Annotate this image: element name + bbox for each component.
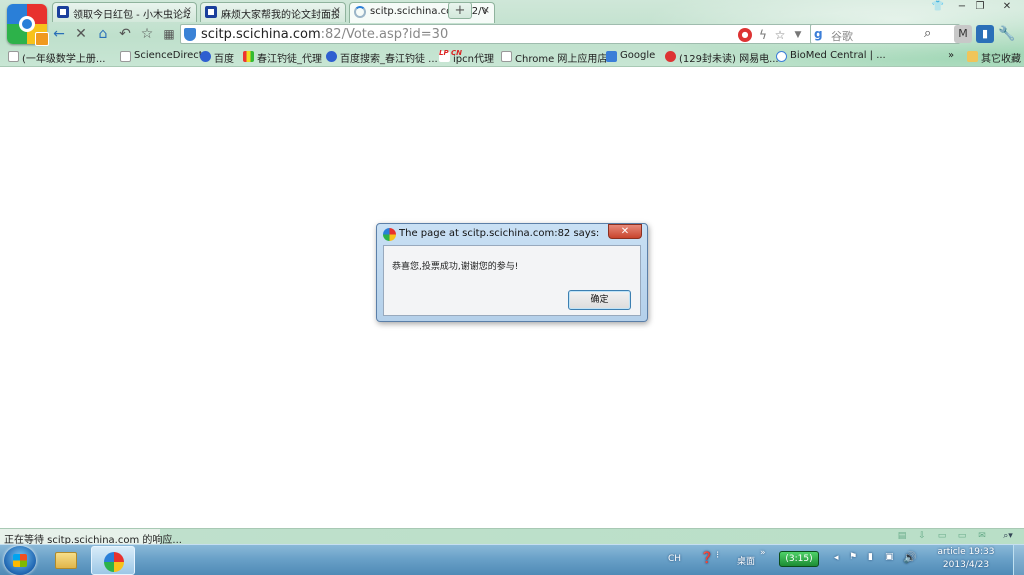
tab-paper-cover-vote[interactable]: 麻烦大家帮我的论文封面投一 ×: [200, 2, 346, 22]
google-icon: g: [814, 27, 823, 41]
browser-chrome: 领取今日红包 - 小木虫论坛 - × 麻烦大家帮我的论文封面投一 × scitp…: [0, 0, 1024, 67]
tab-xiaomuchong[interactable]: 领取今日红包 - 小木虫论坛 - ×: [52, 2, 197, 22]
status-tool-icon[interactable]: ▭: [936, 531, 948, 542]
dialog-message: 恭喜您,投票成功,谢谢您的参与!: [392, 262, 519, 272]
bookmark-item[interactable]: Chrome 网上应用店: [501, 50, 607, 65]
dialog-title: The page at scitp.scichina.com:82 says:: [399, 228, 600, 239]
windows-taskbar: CH ❓ ⁝ 桌面 » ◂ ⚑ ▮ ▣ 🔊: [0, 544, 1024, 575]
bookmark-star-icon[interactable]: ☆: [773, 28, 787, 42]
search-input[interactable]: g 谷歌: [810, 24, 960, 44]
tab-label: 领取今日红包 - 小木虫论坛 -: [73, 10, 190, 21]
forum-favicon-icon: [205, 6, 217, 18]
stop-button[interactable]: ✕: [72, 25, 90, 43]
bookmark-item[interactable]: 百度: [200, 50, 234, 65]
folder-icon: [55, 552, 77, 569]
windows-logo-icon: [13, 554, 27, 567]
clock-date: 2013/4/23: [942, 560, 990, 570]
status-tool-icon[interactable]: ⇩: [916, 531, 928, 542]
bookmark-item[interactable]: LP CN ipcn代理: [439, 50, 494, 65]
usb-device-icon[interactable]: ▮: [868, 552, 873, 562]
tab-close-icon[interactable]: ×: [333, 5, 341, 16]
adblock-icon[interactable]: ●: [738, 28, 752, 42]
tab-label: 麻烦大家帮我的论文封面投一: [221, 10, 339, 21]
search-icon[interactable]: ⌕: [924, 26, 931, 41]
status-bar: 正在等待 scitp.scichina.com 的响应... ▤ ⇩ ▭ ▭ ✉…: [0, 528, 1024, 546]
tab-scitp-vote[interactable]: scitp.scichina.com:82/Vote ×: [349, 2, 495, 23]
taskbar-browser[interactable]: [91, 546, 135, 575]
bookmark-item[interactable]: 春江钓徒_代理: [243, 50, 322, 65]
browser-logo-icon: [104, 552, 124, 572]
tab-close-icon[interactable]: ×: [482, 5, 490, 16]
show-desktop-button[interactable]: [1013, 545, 1024, 575]
address-bar[interactable]: scitp.scichina.com:82/Vote.asp?id=30 ● ϟ…: [180, 24, 856, 44]
bookmarks-overflow-chevron-icon[interactable]: »: [948, 50, 954, 61]
skin-icon[interactable]: 👕: [928, 0, 948, 14]
bookmark-item[interactable]: Google: [606, 50, 655, 62]
status-tool-icon[interactable]: ▤: [896, 531, 908, 542]
page-icon: [8, 51, 19, 62]
browser-logo-icon: [383, 228, 396, 241]
security-shield-icon: [184, 28, 196, 41]
favorites-button[interactable]: ☆: [138, 25, 156, 43]
dropdown-chevron-icon[interactable]: ▼: [791, 28, 805, 42]
home-button[interactable]: ⌂: [94, 25, 112, 43]
taskbar-explorer[interactable]: [44, 546, 88, 575]
biomed-central-icon: [776, 51, 787, 62]
browser-logo-icon[interactable]: [7, 4, 49, 46]
minimize-button[interactable]: −: [952, 0, 972, 14]
folder-icon: [967, 51, 978, 62]
status-tool-icon[interactable]: ▭: [956, 531, 968, 542]
system-clock[interactable]: article 19:33 2013/4/23: [928, 546, 1004, 572]
ime-tools-icon[interactable]: ⁝: [716, 550, 719, 561]
start-button[interactable]: [4, 546, 36, 575]
stats-extension-icon[interactable]: ▮: [976, 25, 994, 43]
dialog-body: 恭喜您,投票成功,谢谢您的参与! 确定: [383, 245, 641, 316]
help-icon[interactable]: ❓: [700, 551, 714, 564]
baidu-paw-icon: [200, 51, 211, 62]
restore-button[interactable]: ❐: [970, 0, 990, 14]
bookmark-item[interactable]: ScienceDirect: [120, 50, 203, 62]
clock-time: article 19:33: [937, 547, 995, 557]
bookmark-item[interactable]: (129封未读) 网易电...: [665, 50, 779, 65]
desktop-toolbar-chevron-icon[interactable]: »: [760, 548, 766, 558]
desktop-toolbar-label[interactable]: 桌面: [737, 554, 755, 567]
wrench-menu-icon[interactable]: 🔧: [998, 25, 1016, 43]
lp-cn-icon: LP CN: [439, 50, 462, 62]
dialog-close-button[interactable]: ✕: [608, 224, 642, 239]
gmail-extension-icon[interactable]: M: [954, 25, 972, 43]
baidu-paw-icon: [326, 51, 337, 62]
close-window-button[interactable]: ✕: [994, 0, 1020, 14]
other-bookmarks-folder[interactable]: 其它收藏: [967, 50, 1021, 65]
apps-button[interactable]: ▦: [160, 25, 178, 43]
zoom-icon[interactable]: ⌕▾: [998, 531, 1018, 542]
volume-icon[interactable]: 🔊: [903, 551, 917, 564]
bookmark-item[interactable]: (一年级数学上册...: [8, 50, 105, 65]
battery-indicator[interactable]: (3:15): [779, 551, 819, 567]
ime-indicator[interactable]: CH: [668, 554, 681, 564]
javascript-alert-dialog: The page at scitp.scichina.com:82 says: …: [376, 223, 648, 322]
netease-mail-icon: [665, 51, 676, 62]
address-url[interactable]: scitp.scichina.com:82/Vote.asp?id=30: [201, 27, 448, 42]
tab-close-icon[interactable]: ×: [184, 5, 192, 16]
lightning-icon[interactable]: ϟ: [756, 28, 770, 42]
action-center-flag-icon[interactable]: ⚑: [849, 552, 857, 562]
status-tool-icon[interactable]: ✉: [976, 531, 988, 542]
network-icon[interactable]: ▣: [885, 552, 894, 562]
ok-button[interactable]: 确定: [568, 290, 631, 310]
new-tab-button[interactable]: +: [448, 2, 472, 19]
bookmarks-bar: (一年级数学上册... ScienceDirect 百度 春江钓徒_代理 百度搜…: [0, 47, 1024, 67]
undo-close-tab-button[interactable]: ↶: [116, 25, 134, 43]
bookmark-item[interactable]: BioMed Central | ...: [776, 50, 886, 62]
forum-favicon-icon: [57, 6, 69, 18]
search-placeholder: 谷歌: [831, 30, 853, 43]
navigation-toolbar: ← ✕ ⌂ ↶ ☆ ▦ scitp.scichina.com:82/Vote.a…: [48, 23, 1024, 45]
back-button[interactable]: ←: [50, 25, 68, 43]
google-icon: [606, 51, 617, 62]
colorful-blocks-icon: [243, 51, 254, 62]
loading-spinner-icon: [354, 6, 366, 18]
page-icon: [120, 51, 131, 62]
page-icon: [501, 51, 512, 62]
bookmark-item[interactable]: 百度搜索_春江钓徒 ...: [326, 50, 438, 65]
tray-expand-icon[interactable]: ◂: [834, 553, 839, 563]
